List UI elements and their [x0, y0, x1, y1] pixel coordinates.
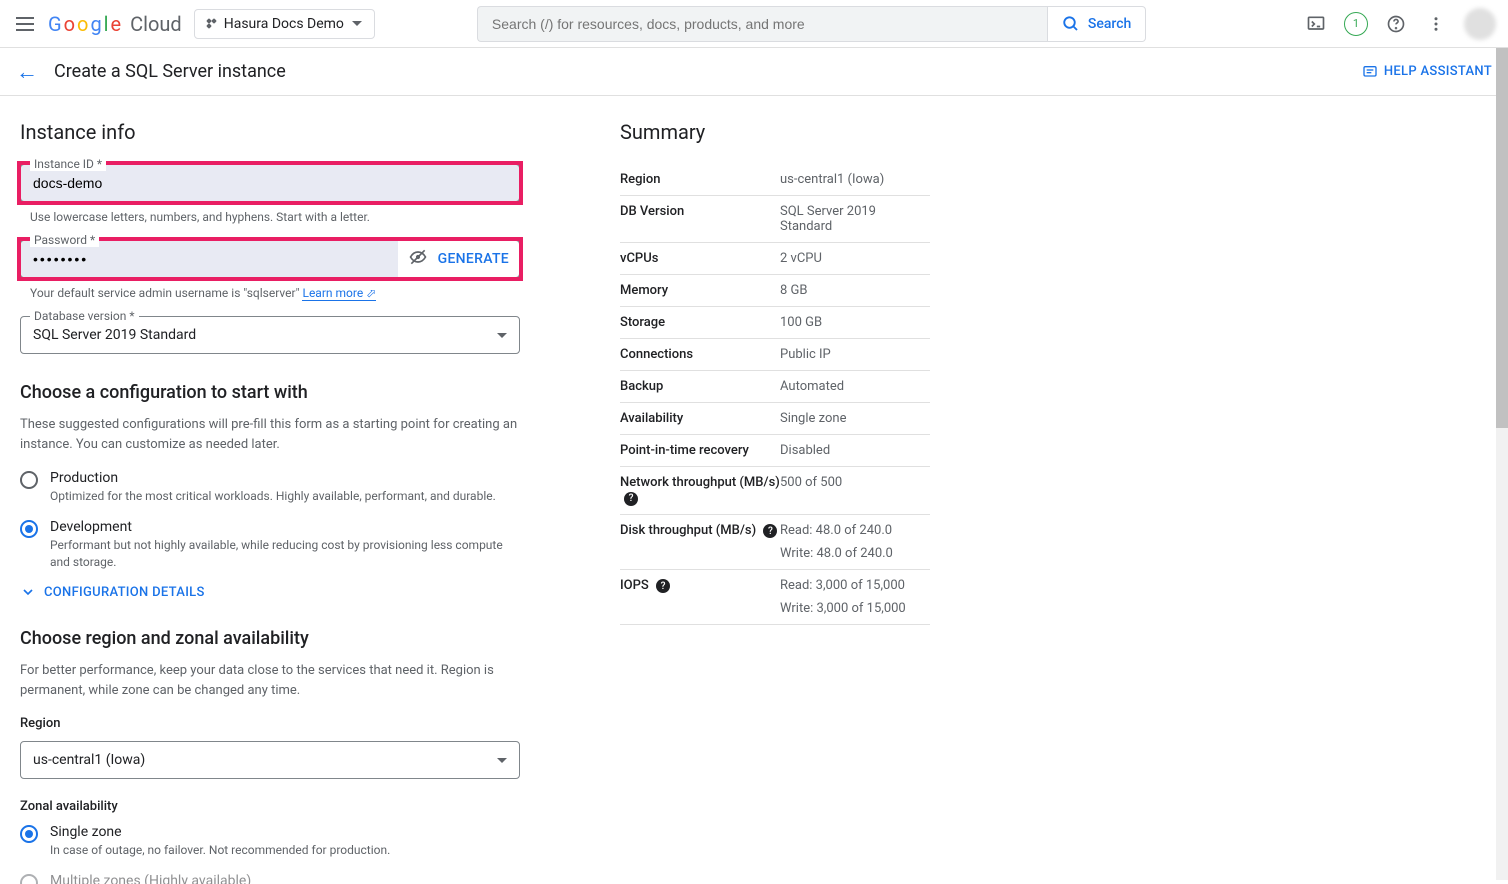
notifications-badge[interactable]: 1 [1344, 12, 1368, 36]
back-arrow-icon[interactable]: ← [16, 59, 38, 85]
region-desc: For better performance, keep your data c… [20, 661, 520, 700]
region-select[interactable]: us-central1 (Iowa) [20, 741, 520, 779]
summary-heading: Summary [620, 120, 930, 144]
radio-label: Development [50, 519, 520, 535]
summary-row: IOPS ? Read: 3,000 of 15,000Write: 3,000… [620, 569, 930, 624]
visibility-off-icon[interactable] [408, 247, 428, 271]
instance-id-helper: Use lowercase letters, numbers, and hyph… [30, 210, 520, 224]
summary-row: vCPUs2 vCPU [620, 243, 930, 275]
radio-sublabel: In case of outage, no failover. Not reco… [50, 842, 390, 859]
search-icon [1062, 15, 1080, 33]
region-label: Region [20, 716, 520, 731]
config-desc: These suggested configurations will pre-… [20, 415, 520, 454]
page-title: Create a SQL Server instance [54, 61, 286, 82]
hamburger-icon[interactable] [12, 12, 36, 36]
radio-single-zone[interactable]: Single zone In case of outage, no failov… [20, 824, 520, 859]
radio-icon [20, 520, 38, 538]
radio-icon [20, 471, 38, 489]
radio-multiple-zones[interactable]: Multiple zones (Highly available) [20, 873, 520, 884]
radio-development[interactable]: Development Performant but not highly av… [20, 519, 520, 571]
password-label: Password * [30, 233, 99, 247]
instance-id-label: Instance ID * [30, 157, 106, 171]
chevron-down-icon [352, 21, 362, 26]
search-button[interactable]: Search [1047, 6, 1146, 42]
summary-row: Network throughput (MB/s) ? 500 of 500 [620, 467, 930, 515]
project-picker[interactable]: Hasura Docs Demo [194, 9, 375, 39]
radio-icon [20, 874, 38, 884]
learn-more-link[interactable]: Learn more ⬀ [302, 286, 376, 301]
radio-icon [20, 825, 38, 843]
instance-id-field: Instance ID * [20, 164, 520, 202]
chevron-down-icon [497, 758, 507, 763]
avatar[interactable] [1464, 8, 1496, 40]
summary-table: Regionus-central1 (Iowa)DB VersionSQL Se… [620, 164, 930, 625]
generate-button[interactable]: GENERATE [438, 251, 509, 267]
scroll-thumb[interactable] [1496, 48, 1508, 428]
config-heading: Choose a configuration to start with [20, 382, 520, 403]
summary-row: Point-in-time recoveryDisabled [620, 435, 930, 467]
search-input[interactable] [477, 6, 1047, 42]
db-version-field: Database version * SQL Server 2019 Stand… [20, 316, 520, 354]
db-version-label: Database version * [30, 309, 139, 323]
instance-info-heading: Instance info [20, 120, 520, 144]
summary-row: AvailabilitySingle zone [620, 403, 930, 435]
summary-row: Storage100 GB [620, 307, 930, 339]
radio-sublabel: Performant but not highly available, whi… [50, 537, 520, 571]
summary-row: DB VersionSQL Server 2019 Standard [620, 196, 930, 243]
configuration-details-toggle[interactable]: CONFIGURATION DETAILS [20, 584, 520, 600]
cloud-shell-icon[interactable] [1304, 12, 1328, 36]
google-cloud-logo[interactable]: Google Cloud [48, 12, 182, 36]
more-icon[interactable] [1424, 12, 1448, 36]
help-circle-icon[interactable]: ? [763, 524, 777, 538]
help-circle-icon[interactable]: ? [656, 579, 670, 593]
radio-sublabel: Optimized for the most critical workload… [50, 488, 496, 505]
project-icon [207, 19, 216, 28]
radio-label: Single zone [50, 824, 390, 840]
topbar: Google Cloud Hasura Docs Demo Search 1 [0, 0, 1508, 48]
chat-icon [1362, 64, 1378, 80]
help-circle-icon[interactable]: ? [624, 492, 638, 506]
scrollbar[interactable] [1496, 48, 1508, 880]
summary-row: ConnectionsPublic IP [620, 339, 930, 371]
summary-row: BackupAutomated [620, 371, 930, 403]
radio-label: Production [50, 470, 496, 486]
summary-row: Disk throughput (MB/s) ? Read: 48.0 of 2… [620, 514, 930, 569]
project-name: Hasura Docs Demo [224, 16, 344, 32]
region-heading: Choose region and zonal availability [20, 628, 520, 649]
password-field: Password * GENERATE [20, 240, 520, 278]
radio-label: Multiple zones (Highly available) [50, 873, 251, 884]
chevron-down-icon [497, 333, 507, 338]
radio-production[interactable]: Production Optimized for the most critic… [20, 470, 520, 505]
summary-row: Regionus-central1 (Iowa) [620, 164, 930, 196]
summary-row: Memory8 GB [620, 275, 930, 307]
password-helper: Your default service admin username is "… [30, 286, 520, 300]
help-icon[interactable] [1384, 12, 1408, 36]
zonal-label: Zonal availability [20, 799, 520, 814]
chevron-down-icon [20, 584, 36, 600]
page-header: ← Create a SQL Server instance HELP ASSI… [0, 48, 1508, 96]
help-assistant-button[interactable]: HELP ASSISTANT [1362, 64, 1492, 80]
